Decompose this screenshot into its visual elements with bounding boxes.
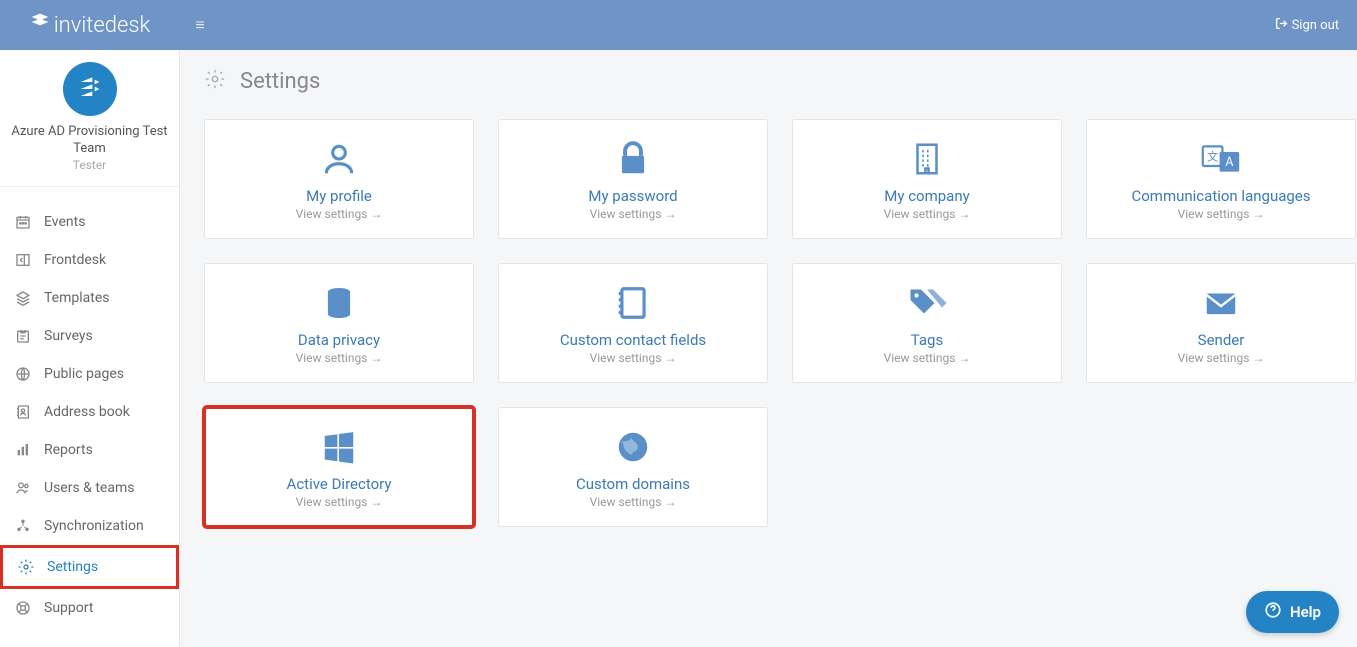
card-my-company[interactable]: My company View settings → (792, 119, 1062, 239)
avatar[interactable] (63, 62, 117, 116)
users-icon (14, 479, 32, 497)
sidebar-item-templates[interactable]: Templates (0, 279, 179, 317)
page-title: Settings (240, 69, 320, 94)
help-button[interactable]: Help (1246, 591, 1339, 633)
sidebar-item-frontdesk[interactable]: Frontdesk (0, 241, 179, 279)
sidebar-item-address-book[interactable]: Address book (0, 393, 179, 431)
cards: My profile View settings → My password V… (180, 119, 1357, 551)
support-icon (14, 599, 32, 617)
sidebar-item-users-teams[interactable]: Users & teams (0, 469, 179, 507)
card-custom-domains[interactable]: Custom domains View settings → (498, 407, 768, 527)
globe-solid-icon (614, 425, 652, 469)
card-my-password[interactable]: My password View settings → (498, 119, 768, 239)
team-role: Tester (4, 158, 175, 172)
building-icon (908, 137, 946, 181)
lock-icon (614, 137, 652, 181)
address-book-icon (14, 403, 32, 421)
topbar: invitedesk ≡ Sign out (0, 0, 1357, 50)
main: Settings My profile View settings → My p… (180, 50, 1357, 647)
brand-icon (30, 12, 50, 38)
languages-icon: 文A (1200, 137, 1242, 181)
sign-out-icon (1275, 17, 1288, 34)
gear-icon (204, 68, 226, 95)
help-icon (1264, 601, 1282, 623)
envelope-icon (1200, 281, 1242, 325)
team-name: Azure AD Provisioning Test Team (4, 124, 175, 158)
database-icon (320, 281, 358, 325)
notebook-icon (614, 281, 652, 325)
brand-text: invitedesk (54, 13, 151, 38)
menu-toggle-button[interactable]: ≡ (180, 15, 220, 35)
svg-text:A: A (1225, 155, 1234, 170)
windows-icon (320, 425, 358, 469)
gear-icon (17, 558, 35, 576)
calendar-icon (14, 213, 32, 231)
globe-icon (14, 365, 32, 383)
card-active-directory[interactable]: Active Directory View settings → (204, 407, 474, 527)
card-my-profile[interactable]: My profile View settings → (204, 119, 474, 239)
card-communication-languages[interactable]: 文A Communication languages View settings… (1086, 119, 1356, 239)
frontdesk-icon (14, 251, 32, 269)
sidebar-item-settings[interactable]: Settings (0, 545, 179, 589)
sidebar: Azure AD Provisioning Test Team Tester E… (0, 50, 180, 647)
profile-block: Azure AD Provisioning Test Team Tester (0, 50, 179, 187)
sidebar-item-public-pages[interactable]: Public pages (0, 355, 179, 393)
nav: Events Frontdesk Templates Surveys Publi… (0, 187, 179, 627)
card-data-privacy[interactable]: Data privacy View settings → (204, 263, 474, 383)
profile-icon (320, 137, 358, 181)
sign-out-link[interactable]: Sign out (1275, 17, 1357, 34)
card-custom-contact-fields[interactable]: Custom contact fields View settings → (498, 263, 768, 383)
sidebar-item-events[interactable]: Events (0, 203, 179, 241)
logo[interactable]: invitedesk (0, 12, 180, 38)
sync-icon (14, 517, 32, 535)
sidebar-item-surveys[interactable]: Surveys (0, 317, 179, 355)
chart-icon (14, 441, 32, 459)
card-sender[interactable]: Sender View settings → (1086, 263, 1356, 383)
tags-icon (906, 281, 948, 325)
sidebar-item-synchronization[interactable]: Synchronization (0, 507, 179, 545)
sidebar-item-support[interactable]: Support (0, 589, 179, 627)
page-header: Settings (180, 50, 1357, 119)
templates-icon (14, 289, 32, 307)
surveys-icon (14, 327, 32, 345)
svg-text:文: 文 (1207, 149, 1218, 163)
sidebar-item-reports[interactable]: Reports (0, 431, 179, 469)
card-tags[interactable]: Tags View settings → (792, 263, 1062, 383)
